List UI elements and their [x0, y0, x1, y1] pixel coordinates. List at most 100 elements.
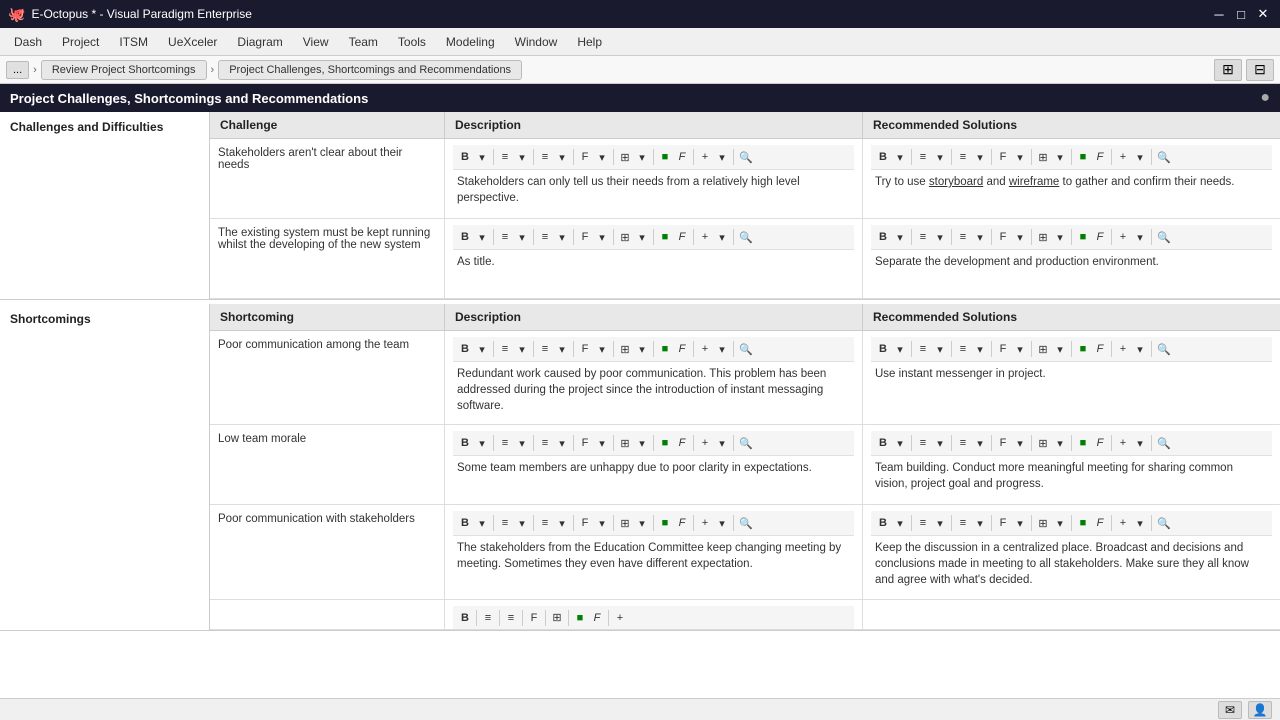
font-dd[interactable]: ▾ — [594, 148, 610, 166]
menu-dash[interactable]: Dash — [4, 31, 52, 53]
search-btn[interactable]: 🔍 — [737, 148, 755, 166]
menu-team[interactable]: Team — [339, 31, 388, 53]
search-btn-s2r[interactable]: 🔍 — [1155, 434, 1173, 452]
list-btn[interactable]: ≡ — [537, 148, 553, 166]
italic-btn-s3d[interactable]: F — [674, 514, 690, 532]
list-dd-d2[interactable]: ▾ — [554, 228, 570, 246]
status-icon-user[interactable]: 👤 — [1248, 701, 1272, 719]
font-dd-s2d[interactable]: ▾ — [594, 434, 610, 452]
bold-btn-s4d[interactable]: B — [457, 609, 473, 627]
green-btn-s1r[interactable]: ■ — [1075, 340, 1091, 358]
add-btn-s3r[interactable]: + — [1115, 514, 1131, 532]
bold-dd-s3r[interactable]: ▾ — [892, 514, 908, 532]
font-dd-r1[interactable]: ▾ — [1012, 148, 1028, 166]
font-btn-s2d[interactable]: F — [577, 434, 593, 452]
align-btn-s2d[interactable]: ≡ — [497, 434, 513, 452]
bold-btn-s1d[interactable]: B — [457, 340, 473, 358]
table-btn-r1[interactable]: ⊞ — [1035, 148, 1051, 166]
font-dd-s1r[interactable]: ▾ — [1012, 340, 1028, 358]
list-dd-s1r[interactable]: ▾ — [972, 340, 988, 358]
rec-cell-1[interactable]: B ▾ ≡ ▾ ≡ ▾ F ▾ ⊞ — [863, 139, 1280, 218]
list-dd-s2r[interactable]: ▾ — [972, 434, 988, 452]
breadcrumb-icon-grid[interactable]: ⊞ — [1214, 59, 1242, 81]
table-dd-s1d[interactable]: ▾ — [634, 340, 650, 358]
close-button[interactable]: ✕ — [1254, 5, 1272, 23]
list-btn-s3r[interactable]: ≡ — [955, 514, 971, 532]
bold-btn[interactable]: B — [457, 148, 473, 166]
menu-help[interactable]: Help — [567, 31, 612, 53]
list-btn-s4d[interactable]: ≡ — [503, 609, 519, 627]
table-dd-r1[interactable]: ▾ — [1052, 148, 1068, 166]
menu-window[interactable]: Window — [505, 31, 568, 53]
bold-dd[interactable]: ▾ — [474, 148, 490, 166]
desc-cell-s1[interactable]: B ▾ ≡ ▾ ≡ ▾ F ▾ ⊞ — [445, 331, 863, 424]
add-dd-s1r[interactable]: ▾ — [1132, 340, 1148, 358]
font-btn-s2r[interactable]: F — [995, 434, 1011, 452]
italic-btn-s1d[interactable]: F — [674, 340, 690, 358]
list-dd[interactable]: ▾ — [554, 148, 570, 166]
bold-btn-s2r[interactable]: B — [875, 434, 891, 452]
rec-cell-2[interactable]: B ▾ ≡ ▾ ≡ ▾ F ▾ ⊞ — [863, 219, 1280, 298]
list-btn-d2[interactable]: ≡ — [537, 228, 553, 246]
search-btn-s1r[interactable]: 🔍 — [1155, 340, 1173, 358]
table-btn-s3r[interactable]: ⊞ — [1035, 514, 1051, 532]
add-dd[interactable]: ▾ — [714, 148, 730, 166]
bold-dd-s1d[interactable]: ▾ — [474, 340, 490, 358]
search-btn-s1d[interactable]: 🔍 — [737, 340, 755, 358]
add-btn-r1[interactable]: + — [1115, 148, 1131, 166]
font-btn-d2[interactable]: F — [577, 228, 593, 246]
font-btn-r1[interactable]: F — [995, 148, 1011, 166]
align-btn-s1r[interactable]: ≡ — [915, 340, 931, 358]
italic-btn-d2[interactable]: F — [674, 228, 690, 246]
add-btn-s1r[interactable]: + — [1115, 340, 1131, 358]
desc-cell-s2[interactable]: B ▾ ≡ ▾ ≡ ▾ F ▾ ⊞ — [445, 425, 863, 504]
menu-itsm[interactable]: ITSM — [109, 31, 158, 53]
table-btn-s4d[interactable]: ⊞ — [549, 609, 565, 627]
align-btn[interactable]: ≡ — [497, 148, 513, 166]
menu-view[interactable]: View — [293, 31, 339, 53]
list-btn-s3d[interactable]: ≡ — [537, 514, 553, 532]
table-btn-s1d[interactable]: ⊞ — [617, 340, 633, 358]
add-dd-s2r[interactable]: ▾ — [1132, 434, 1148, 452]
menu-diagram[interactable]: Diagram — [227, 31, 292, 53]
align-btn-d2[interactable]: ≡ — [497, 228, 513, 246]
align-btn-r2[interactable]: ≡ — [915, 228, 931, 246]
list-dd-s3d[interactable]: ▾ — [554, 514, 570, 532]
add-btn-s2r[interactable]: + — [1115, 434, 1131, 452]
bold-btn-s1r[interactable]: B — [875, 340, 891, 358]
rec-cell-s3[interactable]: B ▾ ≡ ▾ ≡ ▾ F ▾ ⊞ — [863, 505, 1280, 598]
add-btn-r2[interactable]: + — [1115, 228, 1131, 246]
list-dd-s2d[interactable]: ▾ — [554, 434, 570, 452]
desc-cell-s3[interactable]: B ▾ ≡ ▾ ≡ ▾ F ▾ ⊞ — [445, 505, 863, 598]
align-dd-s3r[interactable]: ▾ — [932, 514, 948, 532]
font-dd-r2[interactable]: ▾ — [1012, 228, 1028, 246]
bold-btn-s3d[interactable]: B — [457, 514, 473, 532]
green-btn-s2r[interactable]: ■ — [1075, 434, 1091, 452]
font-btn-s4d[interactable]: F — [526, 609, 542, 627]
green-btn-s4d[interactable]: ■ — [572, 609, 588, 627]
search-btn-s3r[interactable]: 🔍 — [1155, 514, 1173, 532]
bold-dd-s2r[interactable]: ▾ — [892, 434, 908, 452]
search-btn-r1[interactable]: 🔍 — [1155, 148, 1173, 166]
desc-cell-1[interactable]: B ▾ ≡ ▾ ≡ ▾ F ▾ ⊞ — [445, 139, 863, 218]
font-dd-s2r[interactable]: ▾ — [1012, 434, 1028, 452]
section-title-icon[interactable]: ● — [1260, 89, 1270, 107]
status-icon-mail[interactable]: ✉ — [1218, 701, 1242, 719]
table-dd-s2d[interactable]: ▾ — [634, 434, 650, 452]
bold-btn-s2d[interactable]: B — [457, 434, 473, 452]
bold-btn-d2[interactable]: B — [457, 228, 473, 246]
italic-btn-s4d[interactable]: F — [589, 609, 605, 627]
add-btn-s2d[interactable]: + — [697, 434, 713, 452]
font-dd-s3d[interactable]: ▾ — [594, 514, 610, 532]
table-dd-s2r[interactable]: ▾ — [1052, 434, 1068, 452]
green-btn-s2d[interactable]: ■ — [657, 434, 673, 452]
table-dd-r2[interactable]: ▾ — [1052, 228, 1068, 246]
add-dd-s3d[interactable]: ▾ — [714, 514, 730, 532]
font-dd-s1d[interactable]: ▾ — [594, 340, 610, 358]
bold-dd-s2d[interactable]: ▾ — [474, 434, 490, 452]
bold-dd-d2[interactable]: ▾ — [474, 228, 490, 246]
align-btn-s2r[interactable]: ≡ — [915, 434, 931, 452]
menu-modeling[interactable]: Modeling — [436, 31, 505, 53]
align-dd[interactable]: ▾ — [514, 148, 530, 166]
italic-btn[interactable]: F — [674, 148, 690, 166]
